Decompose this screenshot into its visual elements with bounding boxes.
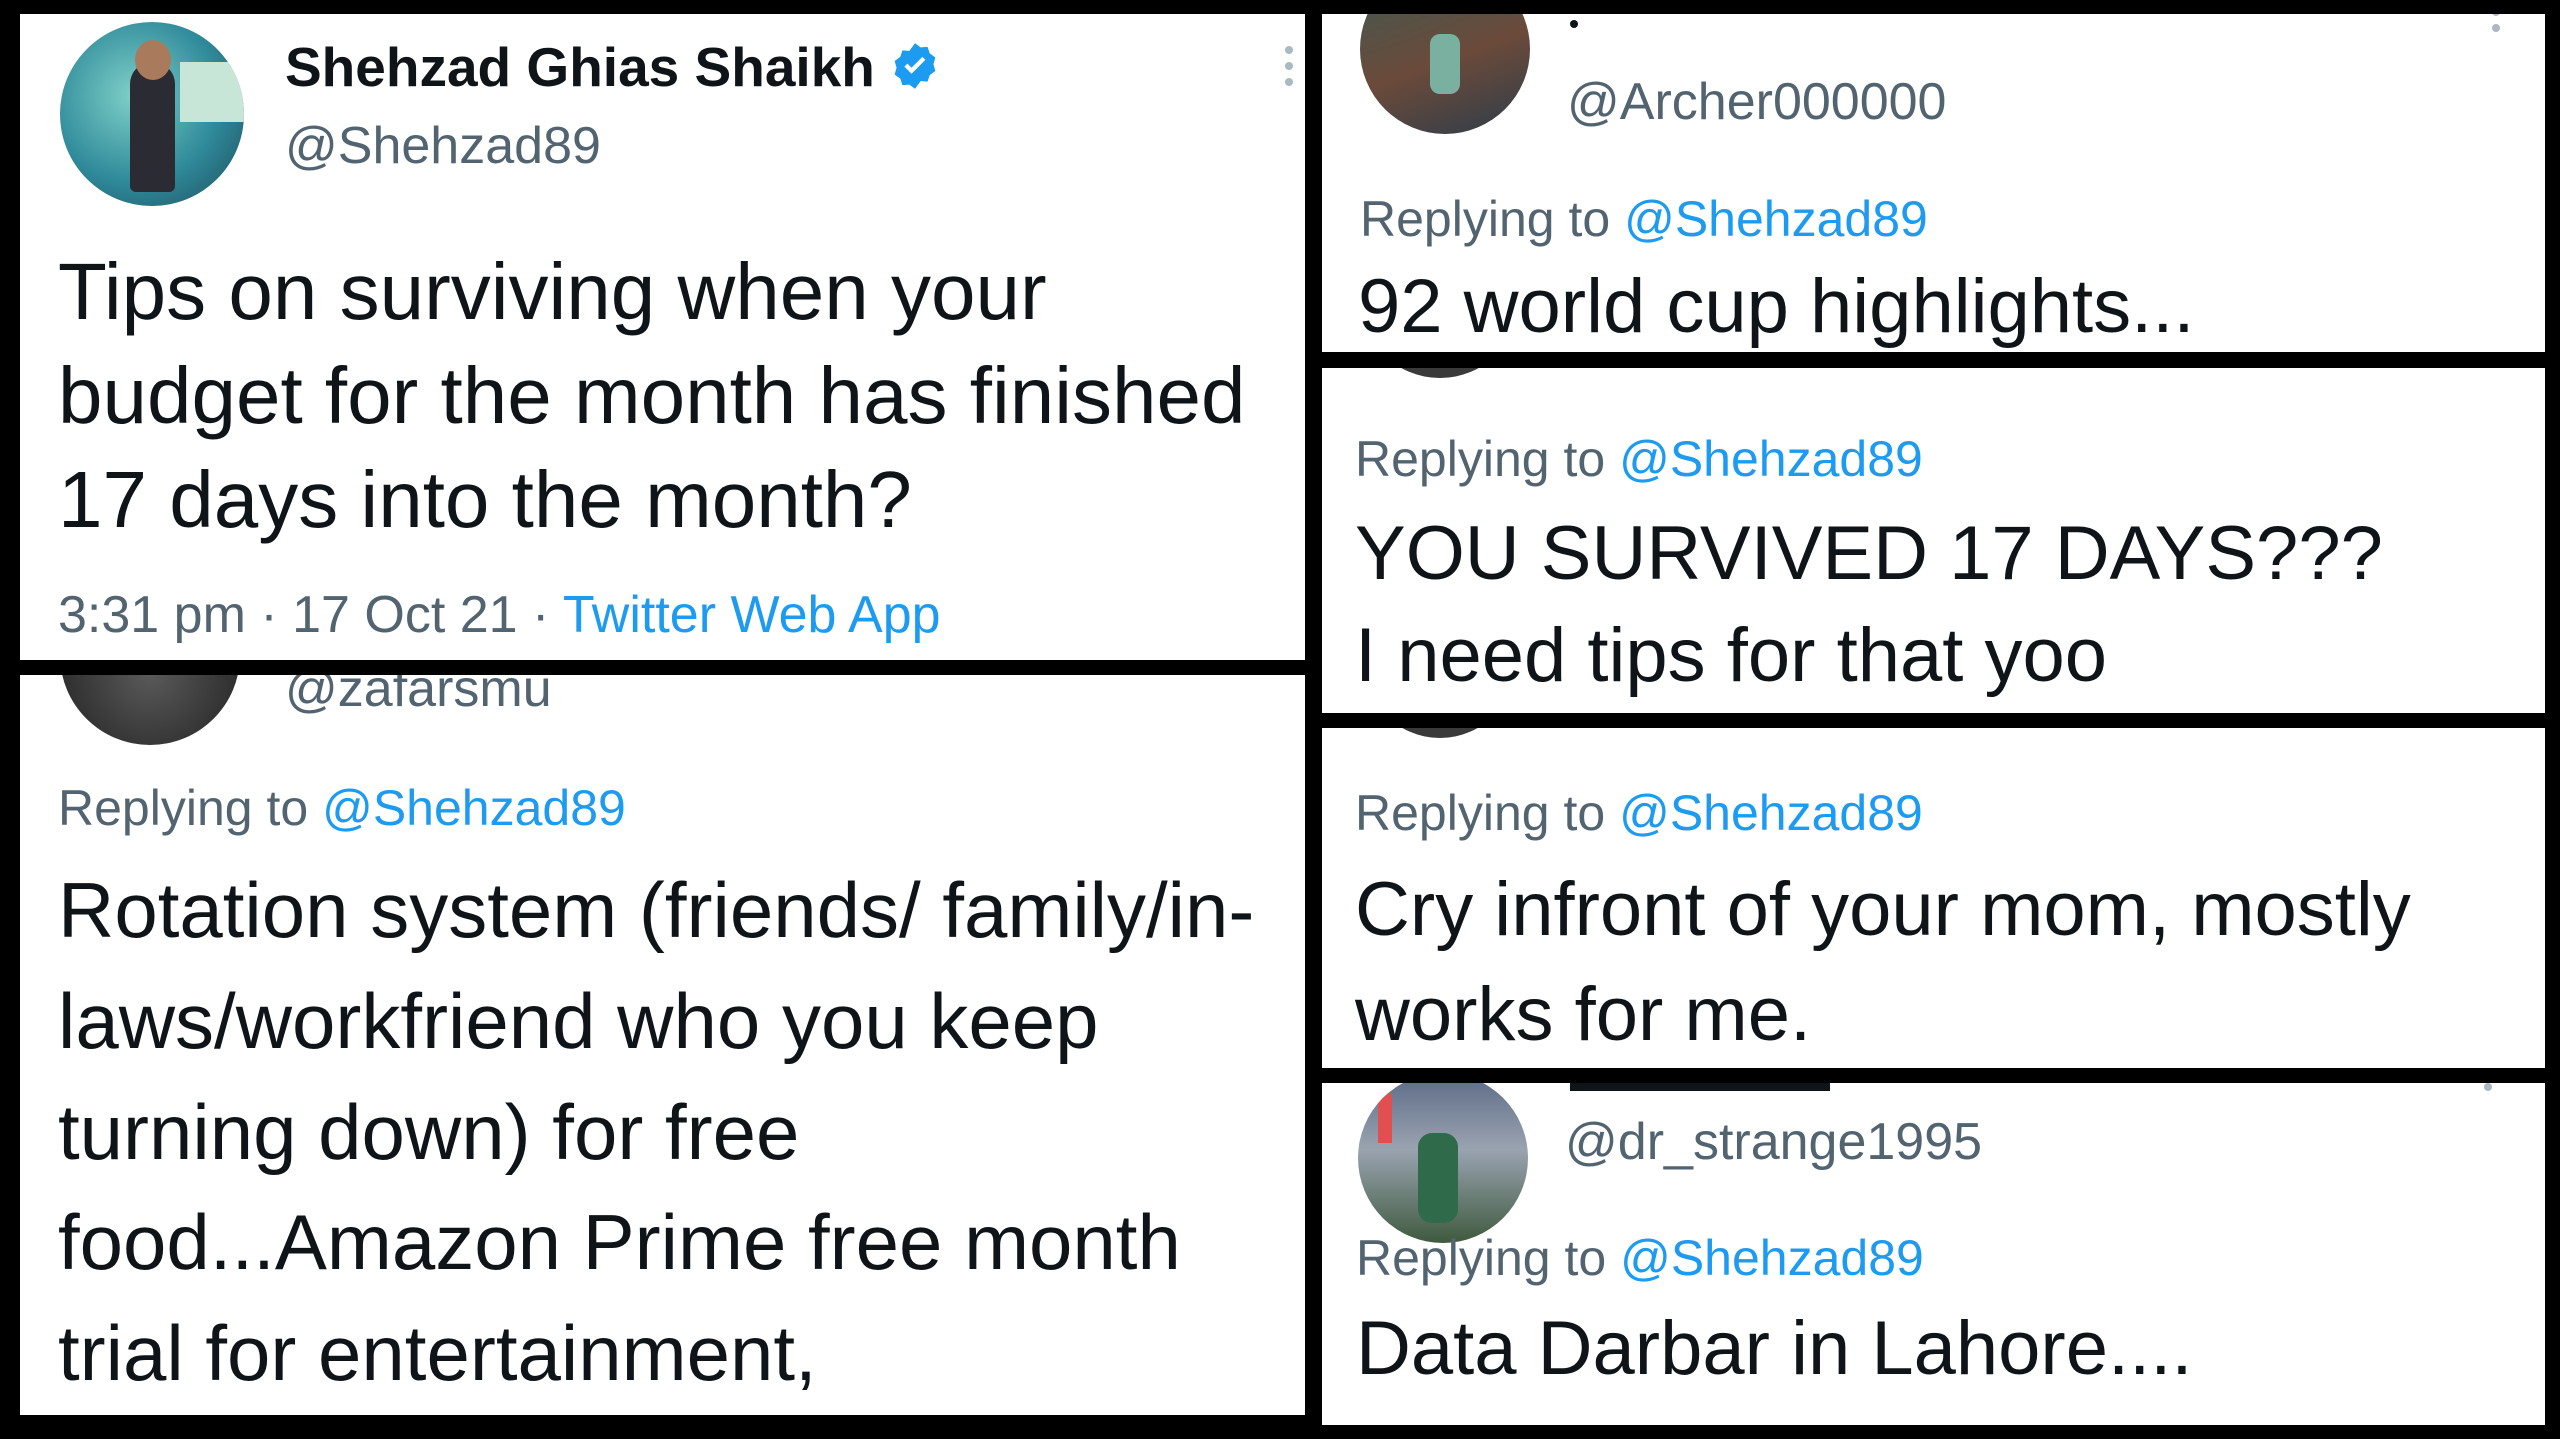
replying-to: Replying to @Shehzad89 (1356, 1233, 1924, 1283)
reply-text: 92 world cup highlights... (1358, 264, 2195, 349)
more-options-icon[interactable] (1285, 46, 1293, 86)
replying-to-mention[interactable]: @Shehzad89 (1619, 785, 1923, 841)
author-avatar[interactable] (60, 22, 244, 206)
tweet-text: Tips on surviving when your budget for t… (58, 247, 1246, 544)
reply-text: Cry infront of your mom, mostly works fo… (1355, 867, 2411, 1057)
reply-card-cry: Replying to @Shehzad89 Cry infront of yo… (1322, 728, 2545, 1068)
reply-text-line2: I need tips for that yoo (1355, 613, 2108, 698)
replying-to-label: Replying to (1355, 431, 1606, 487)
tweet-time[interactable]: 3:31 pm (58, 586, 246, 644)
replying-to-mention[interactable]: @Shehzad89 (1619, 431, 1923, 487)
reply-text: Data Darbar in Lahore.... (1356, 1306, 2193, 1391)
replying-to: Replying to @Shehzad89 (1355, 434, 1923, 484)
reply-card-zafarsmu: @zafarsmu Replying to @Shehzad89 Rotatio… (20, 675, 1305, 1415)
tweet-date[interactable]: 17 Oct 21 (292, 586, 517, 644)
replying-to: Replying to @Shehzad89 (1355, 788, 1923, 838)
main-tweet-card: Shehzad Ghias Shaikh @Shehzad89 Tips on … (20, 14, 1305, 660)
reply-text-line1: YOU SURVIVED 17 DAYS??? (1355, 511, 2383, 596)
reply-handle[interactable]: @dr_strange1995 (1565, 1116, 1982, 1168)
avatar-landmark (1378, 1093, 1392, 1143)
reply-avatar[interactable] (1360, 368, 1520, 378)
replying-to: Replying to @Shehzad89 (1360, 194, 1928, 244)
tweet-meta: 3:31 pm · 17 Oct 21 · Twitter Web App (58, 589, 941, 641)
replying-to-mention[interactable]: @Shehzad89 (322, 780, 626, 836)
avatar-figure (1430, 34, 1460, 94)
avatar-banner (180, 62, 244, 122)
avatar-person-head (135, 40, 171, 80)
author-name[interactable]: Shehzad Ghias Shaikh (285, 40, 941, 95)
replying-to-mention[interactable]: @Shehzad89 (1620, 1230, 1924, 1286)
reply-card-survived: Replying to @Shehzad89 YOU SURVIVED 17 D… (1322, 368, 2545, 713)
verified-badge-icon (894, 43, 936, 89)
avatar-person-shape (130, 62, 175, 192)
replying-to-mention[interactable]: @Shehzad89 (1624, 191, 1928, 247)
reply-card-dr-strange: @dr_strange1995 Replying to @Shehzad89 D… (1322, 1083, 2545, 1425)
reply-avatar[interactable] (1360, 14, 1530, 134)
meta-separator: · (532, 586, 550, 644)
replying-to-label: Replying to (1356, 1230, 1607, 1286)
reply-avatar[interactable] (1360, 728, 1520, 738)
cropped-name-bar (1570, 1083, 1830, 1091)
cropped-name-fragment (1570, 20, 1578, 28)
more-options-icon[interactable] (2484, 1083, 2492, 1091)
reply-card-archer: @Archer000000 Replying to @Shehzad89 92 … (1322, 14, 2545, 352)
reply-handle[interactable]: @Archer000000 (1567, 76, 1946, 128)
reply-avatar[interactable] (60, 675, 240, 745)
replying-to-label: Replying to (58, 780, 309, 836)
replying-to: Replying to @Shehzad89 (58, 783, 626, 833)
avatar-person-shape (1418, 1133, 1458, 1223)
tweet-source-app[interactable]: Twitter Web App (563, 586, 941, 644)
reply-avatar[interactable] (1358, 1083, 1528, 1243)
meta-separator: · (260, 586, 278, 644)
author-name-text[interactable]: Shehzad Ghias Shaikh (285, 36, 875, 98)
reply-handle[interactable]: @zafarsmu (285, 675, 552, 715)
more-options-icon[interactable] (2492, 14, 2500, 32)
author-handle[interactable]: @Shehzad89 (285, 120, 601, 172)
replying-to-label: Replying to (1355, 785, 1606, 841)
reply-text: Rotation system (friends/ family/in-laws… (58, 866, 1255, 1397)
replying-to-label: Replying to (1360, 191, 1611, 247)
